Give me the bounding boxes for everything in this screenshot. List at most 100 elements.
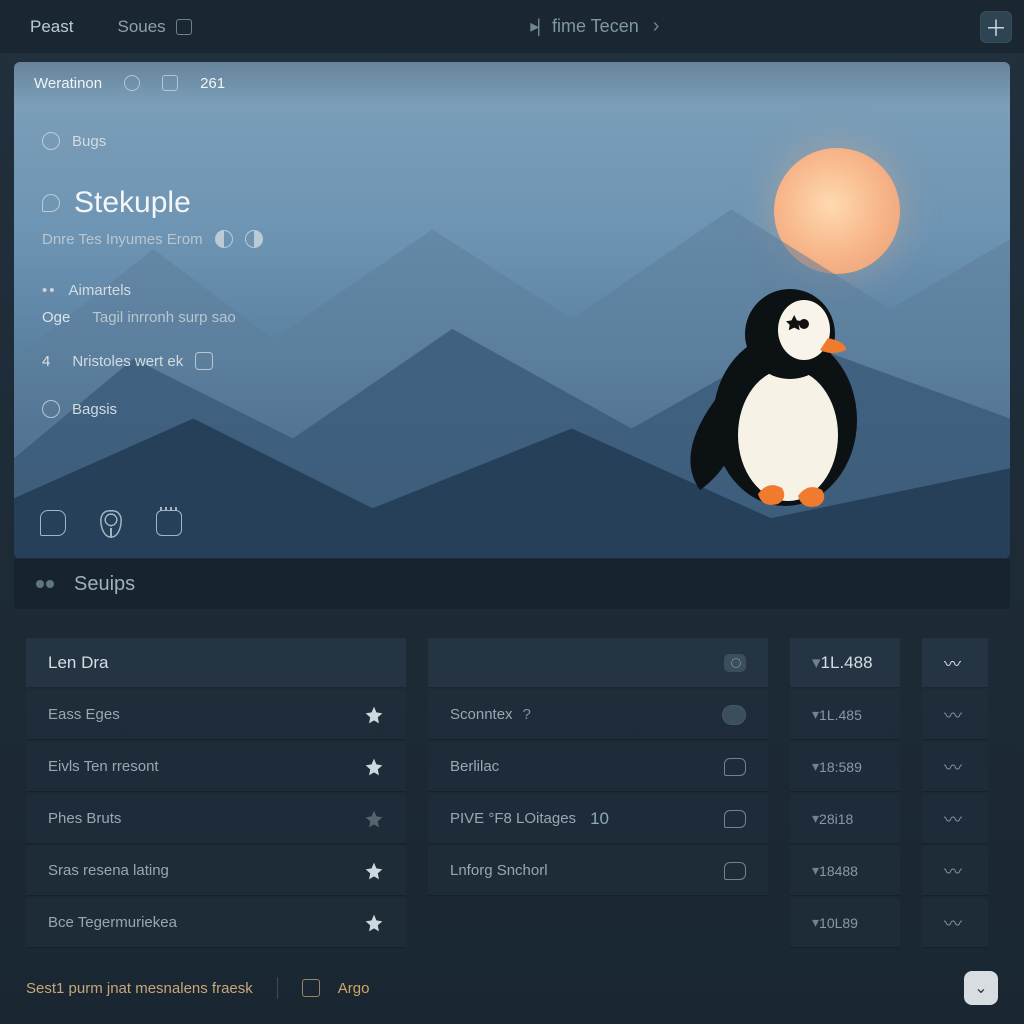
hero-title: Stekuple: [74, 186, 191, 220]
tab-primary-label: Peast: [30, 17, 73, 37]
left-column: Len Dra Eass Eges Eivls Ten rresont Phes…: [26, 638, 406, 948]
location-pin-icon[interactable]: [100, 510, 122, 538]
hero-strip-count: 261: [200, 75, 225, 92]
refresh-icon[interactable]: [124, 75, 140, 91]
hero-info-strip: Weratinon 261: [14, 62, 1010, 104]
list-item-label: Eass Eges: [48, 706, 120, 723]
chat-icon[interactable]: [724, 862, 746, 880]
hero-subtitle: Dnre Tes Inyumes Erom: [42, 231, 203, 248]
star-icon[interactable]: [364, 809, 384, 829]
list-item[interactable]: Berlilac: [428, 742, 768, 792]
tab-primary[interactable]: Peast: [12, 11, 91, 43]
meta-cell: 28i18: [790, 794, 900, 844]
footer-text: Sest1 purm jnat mesnalens fraesk: [26, 980, 253, 997]
half-moon-icon-2: [245, 230, 263, 248]
right-column: Sconntex ? Berlilac PIVE °F8 LOitages 10…: [428, 638, 768, 948]
left-head-label: Len Dra: [48, 653, 108, 673]
drag-handle-icon: [36, 580, 44, 588]
project-icon: [42, 194, 60, 212]
star-icon[interactable]: [364, 913, 384, 933]
hero-panel: Weratinon 261 Bugs Stekuple Dnre Tes Iny…: [14, 62, 1010, 558]
add-tab-button[interactable]: ＋: [980, 11, 1012, 43]
list-item-label: Berlilac: [450, 758, 499, 775]
hero-item-3[interactable]: Bagsis: [72, 401, 117, 418]
archive-icon[interactable]: [302, 979, 320, 997]
hero-crumb[interactable]: Bugs: [42, 132, 472, 150]
trend-cell[interactable]: 〰: [922, 690, 988, 740]
chat-icon[interactable]: [724, 810, 746, 828]
section-title: Seuips: [74, 573, 135, 596]
list-item[interactable]: Eass Eges: [26, 690, 406, 740]
list-item-label: Bce Tegermuriekea: [48, 914, 177, 931]
meta-value: 18488: [819, 863, 858, 879]
list-item-label: Phes Bruts: [48, 810, 121, 827]
list-item[interactable]: Sconntex ?: [428, 690, 768, 740]
meta-cell: 1L.485: [790, 690, 900, 740]
skip-back-icon[interactable]: ▸|: [530, 16, 538, 37]
meta-cell: 18488: [790, 846, 900, 896]
meta-cell: 1L.488: [790, 638, 900, 688]
list-item-label: Sconntex: [450, 706, 513, 723]
tab-secondary[interactable]: Soues: [99, 11, 209, 43]
center-title: fime Tecen: [552, 16, 639, 37]
globe-icon: [42, 400, 60, 418]
list-item[interactable]: PIVE °F8 LOitages 10: [428, 794, 768, 844]
section-header[interactable]: Seuips: [14, 558, 1010, 610]
hero-item-1[interactable]: Tagil inrronh surp sao: [92, 309, 235, 326]
hero-action-row: [40, 510, 182, 538]
list-item-count: 10: [590, 809, 609, 829]
hero-item-1-prefix: Oge: [42, 309, 70, 326]
meta-cell: 18:589: [790, 742, 900, 792]
camera-icon: [724, 654, 746, 672]
tab-secondary-label: Soues: [117, 17, 165, 37]
footer-bar: Sest1 purm jnat mesnalens fraesk Argo ⌄: [26, 966, 998, 1010]
content-grid: Len Dra Eass Eges Eivls Ten rresont Phes…: [26, 638, 998, 948]
footer-ago: Argo: [338, 980, 370, 997]
meta-value: 28i18: [819, 811, 853, 827]
star-icon[interactable]: [364, 757, 384, 777]
list-item[interactable]: Phes Bruts: [26, 794, 406, 844]
question-mark: ?: [523, 706, 531, 723]
trend-cell[interactable]: 〰: [922, 846, 988, 896]
hero-item-2[interactable]: Nristoles wert ek: [72, 353, 183, 370]
right-head[interactable]: [428, 638, 768, 688]
meta-column: 1L.488 1L.485 18:589 28i18 18488 10L89: [790, 638, 900, 948]
meta-value: 1L.488: [821, 653, 873, 673]
window-icon[interactable]: [162, 75, 178, 91]
left-head[interactable]: Len Dra: [26, 638, 406, 688]
tab-center-group: ▸| fime Tecen ›: [218, 15, 972, 38]
hero-crumb-label: Bugs: [72, 133, 106, 150]
reload-icon: [42, 132, 60, 150]
trend-cell[interactable]: 〰: [922, 638, 988, 688]
checkbox-icon: [176, 19, 192, 35]
hero-item-0[interactable]: Aimartels: [69, 282, 132, 299]
star-icon[interactable]: [364, 861, 384, 881]
hero-strip-label: Weratinon: [34, 75, 102, 92]
divider: [277, 977, 278, 999]
meta-value: 10L89: [819, 915, 858, 931]
trend-column: 〰 〰 〰 〰 〰 〰: [922, 638, 988, 948]
star-icon[interactable]: [364, 705, 384, 725]
footer-dropdown-button[interactable]: ⌄: [964, 971, 998, 1005]
list-item-label: Eivls Ten rresont: [48, 758, 159, 775]
phone-icon[interactable]: [722, 705, 746, 725]
penguin-graphic: [680, 280, 880, 510]
notepad-icon[interactable]: [156, 510, 182, 536]
meta-value: 1L.485: [819, 707, 862, 723]
list-item[interactable]: Eivls Ten rresont: [26, 742, 406, 792]
list-item[interactable]: Bce Tegermuriekea: [26, 898, 406, 948]
list-item-label: PIVE °F8 LOitages: [450, 810, 576, 827]
list-item[interactable]: Sras resena lating: [26, 846, 406, 896]
trend-cell[interactable]: 〰: [922, 898, 988, 948]
chat-icon[interactable]: [724, 758, 746, 776]
meta-value: 18:589: [819, 759, 862, 775]
trend-cell[interactable]: 〰: [922, 794, 988, 844]
trend-cell[interactable]: 〰: [922, 742, 988, 792]
chevron-right-icon[interactable]: ›: [653, 15, 660, 38]
list-item-label: Lnforg Snchorl: [450, 862, 548, 879]
tag-icon: [195, 352, 213, 370]
comment-icon[interactable]: [40, 510, 66, 536]
bullet-icon: [42, 282, 57, 299]
list-item-label: Sras resena lating: [48, 862, 169, 879]
list-item[interactable]: Lnforg Snchorl: [428, 846, 768, 896]
